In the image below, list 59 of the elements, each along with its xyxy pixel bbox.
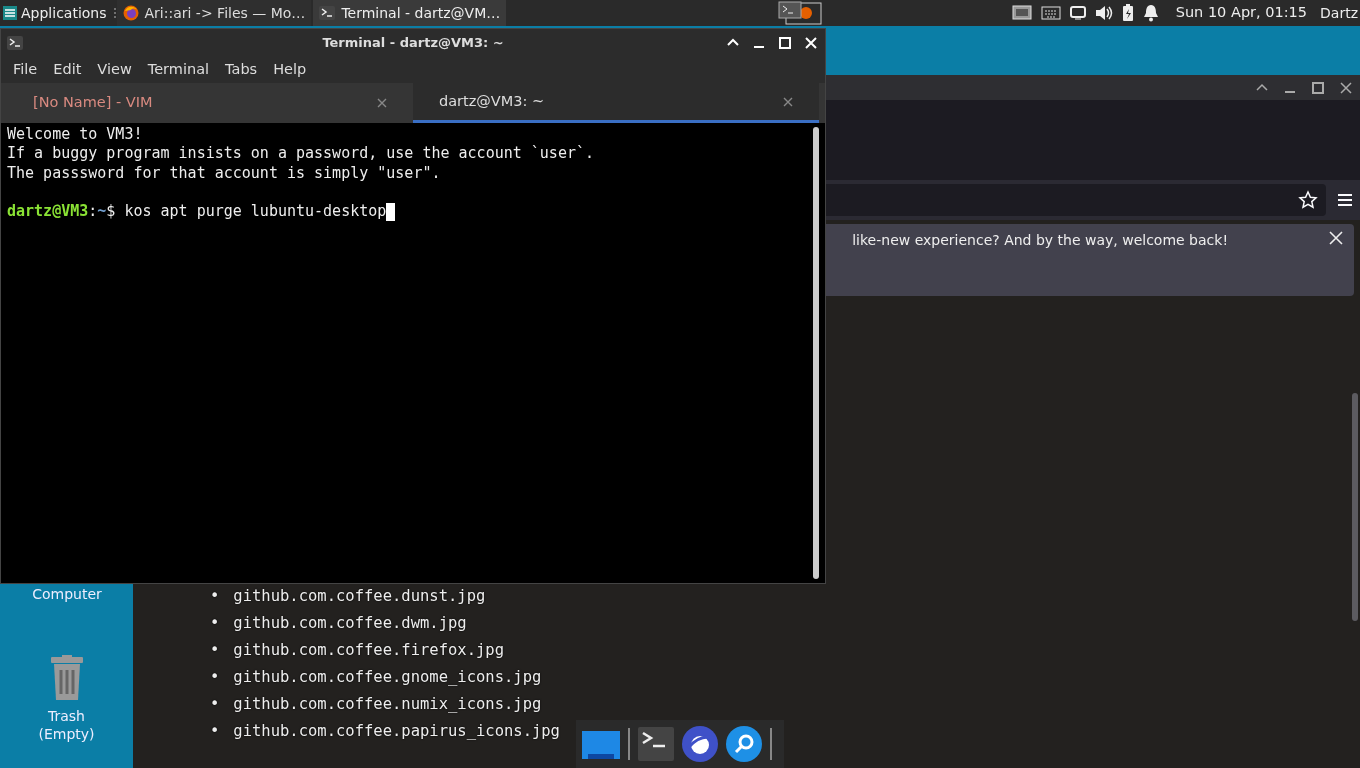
workspace-pager-icon[interactable] [778,1,823,25]
command-line: dartz@VM3:~$ kos apt purge lubuntu-desktop [7,202,387,222]
bookmark-star-icon[interactable] [1298,190,1318,210]
close-icon[interactable] [783,96,793,107]
maximize-button[interactable] [777,35,793,51]
scrollbar-thumb[interactable] [813,127,819,579]
menu-item[interactable]: Tabs [217,59,266,81]
handle-icon [112,7,117,19]
close-icon[interactable] [377,98,387,108]
terminal-area[interactable]: Welcome to VM3! If a buggy program insists on a password, use the account `user`. The passsword for that account is simply "user". dartz@VM3:~$ kos apt purge lubuntu-desktop [1,123,825,583]
list-bullet: • [209,613,221,634]
clock[interactable]: Sun 10 Apr, 01:15 [1175,2,1308,24]
volume-icon[interactable] [1094,5,1113,21]
menu-item[interactable]: Edit [45,59,90,81]
terminal-output-line: The passsword for that account is simply "user". [7,163,442,183]
keyboard-icon[interactable] [1040,6,1061,20]
desktop-icon-label[interactable]: Computer [27,584,107,605]
notification-text: like-new experience? And by the way, welcome back! [852,231,1228,250]
list-bullet: • [209,640,221,661]
list-bullet: • [209,667,221,688]
menu-icon [2,5,18,21]
browser-icon[interactable] [122,5,139,21]
display-icon[interactable] [1069,6,1086,20]
menu-item[interactable]: Terminal [139,59,218,81]
terminal-output-line: Welcome to VM3! [7,125,144,145]
terminal-icon [7,36,23,50]
terminal-tab[interactable]: dartz@VM3: ~ [413,83,819,123]
network-icon[interactable] [1011,4,1032,22]
menu-icon[interactable] [1336,192,1354,208]
terminal-output-line: If a buggy program insists on a password, use the account `user`. [7,144,595,164]
list-bullet: • [209,694,221,715]
applications-menu[interactable]: Applications [0,0,113,26]
file-link[interactable]: github.com.coffee.dwm.jpg [230,610,470,637]
notification-bell-icon[interactable] [1142,4,1159,22]
close-button[interactable] [1338,79,1354,96]
terminal-icon[interactable] [638,727,674,761]
desktop-icon-label[interactable]: Trash (Empty) [26,707,107,743]
window-title: Terminal - dartz@VM3: ~ [322,34,504,53]
file-link[interactable]: github.com.coffee.firefox.jpg [230,637,507,664]
file-link[interactable]: github.com.coffee.dunst.jpg [230,583,489,610]
search-icon[interactable] [726,726,762,762]
planet-icon[interactable] [682,726,718,762]
close-button[interactable] [803,35,819,51]
scrollbar-thumb[interactable] [1352,393,1358,621]
user-name[interactable]: Dartz [1320,2,1358,24]
file-link[interactable]: github.com.coffee.numix_icons.jpg [230,691,545,718]
taskbar-button[interactable]: Ari::ari -> Files — Mo… [116,0,312,26]
menu-item[interactable]: File [5,59,46,81]
file-link[interactable]: github.com.coffee.gnome_icons.jpg [230,664,545,691]
battery-icon[interactable] [1121,4,1134,22]
menu-item[interactable]: View [89,59,140,81]
maximize-button[interactable] [1310,79,1326,96]
list-bullet: • [209,586,221,607]
taskbar-button[interactable]: Terminal - dartz@VM… [313,0,507,26]
file-link[interactable]: github.com.coffee.papirus_icons.jpg [230,718,563,745]
list-bullet: • [209,721,221,742]
text-cursor [386,202,396,221]
terminal-icon[interactable] [319,6,336,20]
menu-item[interactable]: Help [265,59,315,81]
